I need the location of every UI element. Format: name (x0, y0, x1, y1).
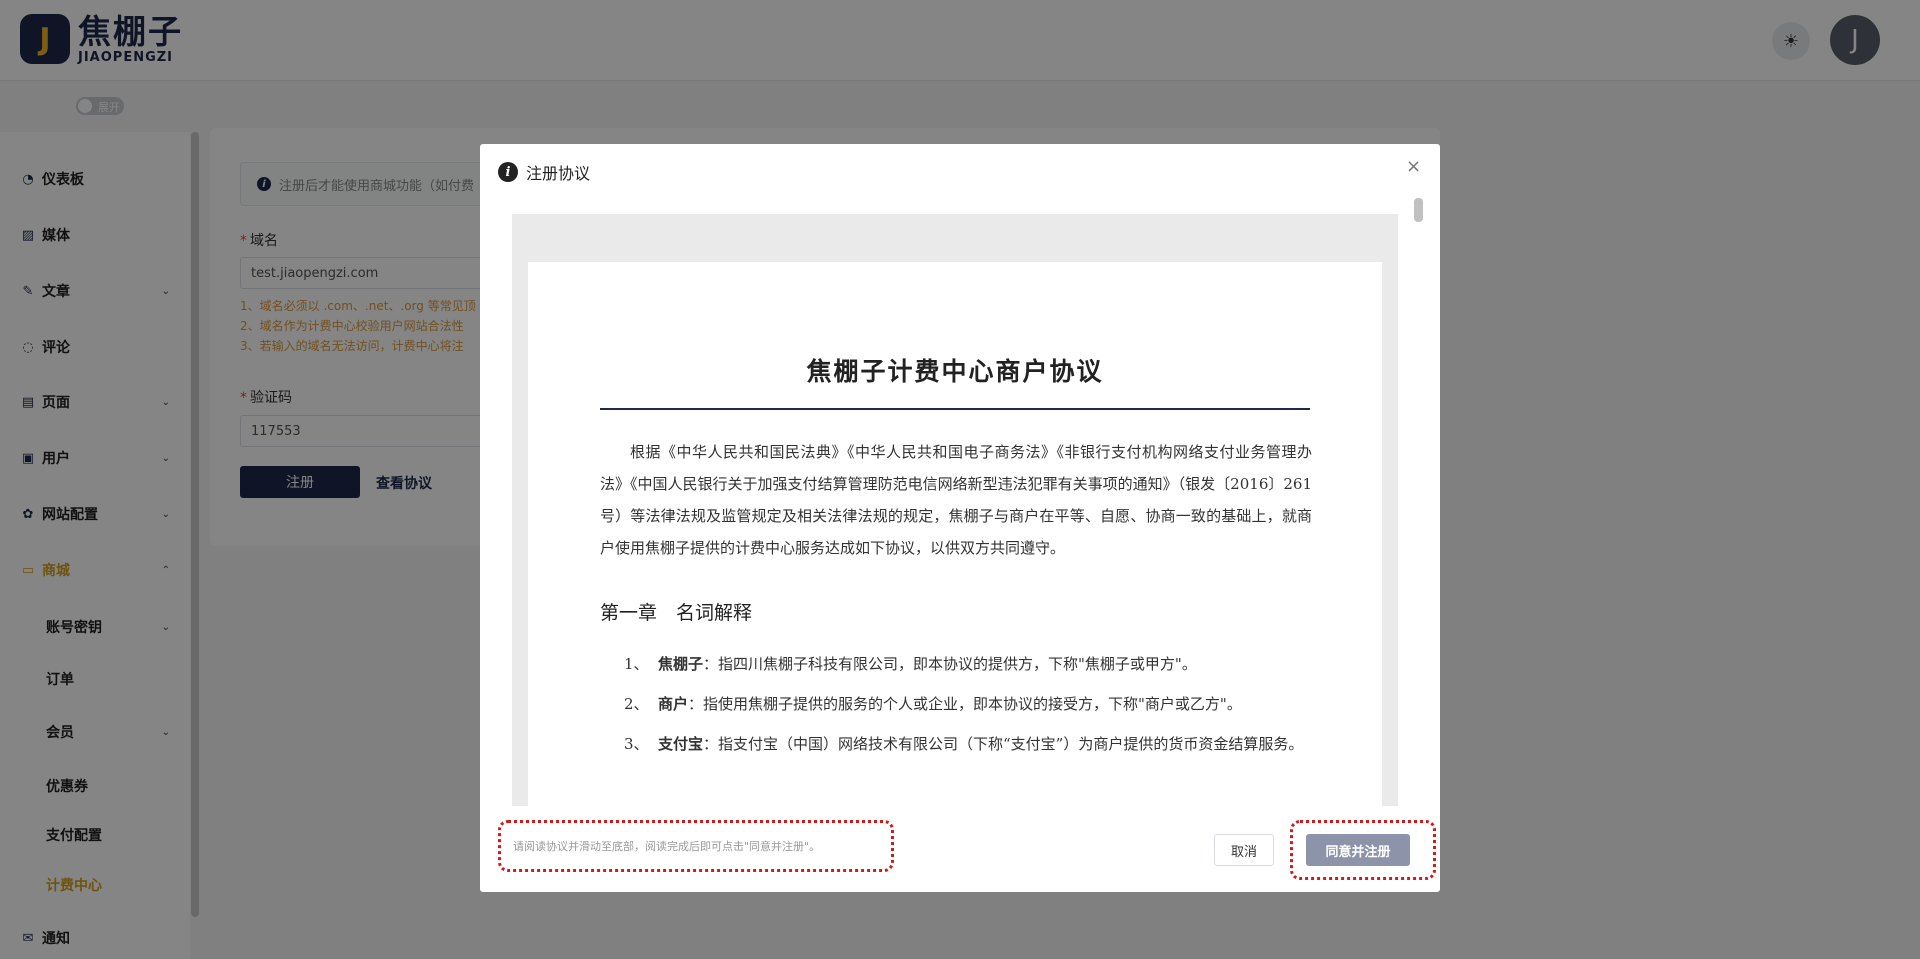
dialog-title: i 注册协议 (498, 160, 590, 184)
agreement-title: 焦棚子计费中心商户协议 (806, 357, 1104, 386)
item-term: 焦棚子 (658, 655, 704, 673)
close-icon[interactable]: × (1406, 156, 1421, 177)
item-content: 焦棚子：指四川焦棚子科技有限公司，即本协议的提供方，下称"焦棚子或甲方"。 (658, 648, 1197, 680)
cancel-button[interactable]: 取消 (1214, 834, 1274, 866)
item-number: 3、 (624, 735, 649, 753)
scroll-hint: 请阅读协议并滑动至底部，阅读完成后即可点击"同意并注册"。 (498, 820, 894, 872)
item-text: ：指使用焦棚子提供的服务的个人或企业，即本协议的接受方，下称"商户或乙方"。 (688, 695, 1242, 713)
agree-and-register-button[interactable]: 同意并注册 (1306, 834, 1410, 866)
dialog-title-text: 注册协议 (526, 164, 591, 183)
chapter-heading: 第一章 名词解释 (600, 602, 753, 624)
item-term: 商户 (658, 695, 689, 713)
definition-item: 3、 支付宝：指支付宝（中国）网络技术有限公司（下称“支付宝”）为商户提供的货币… (624, 728, 1312, 760)
title-divider (600, 408, 1310, 410)
item-content: 商户：指使用焦棚子提供的服务的个人或企业，即本协议的接受方，下称"商户或乙方"。 (658, 688, 1242, 720)
item-term: 支付宝 (658, 735, 704, 753)
agreement-document-viewer[interactable]: 焦棚子计费中心商户协议 根据《中华人民共和国民法典》《中华人民共和国电子商务法》… (512, 214, 1398, 806)
agreement-page: 焦棚子计费中心商户协议 根据《中华人民共和国民法典》《中华人民共和国电子商务法》… (528, 262, 1382, 806)
item-text: ：指四川焦棚子科技有限公司，即本协议的提供方，下称"焦棚子或甲方"。 (703, 655, 1197, 673)
item-content: 支付宝：指支付宝（中国）网络技术有限公司（下称“支付宝”）为商户提供的货币资金结… (658, 728, 1303, 760)
item-number: 2、 (624, 695, 649, 713)
agreement-dialog: i 注册协议 × 焦棚子计费中心商户协议 根据《中华人民共和国民法典》《中华人民… (480, 144, 1440, 892)
info-icon: i (498, 162, 518, 182)
definition-item: 2、 商户：指使用焦棚子提供的服务的个人或企业，即本协议的接受方，下称"商户或乙… (624, 688, 1312, 720)
definition-item: 1、 焦棚子：指四川焦棚子科技有限公司，即本协议的提供方，下称"焦棚子或甲方"。 (624, 648, 1312, 680)
agreement-intro: 根据《中华人民共和国民法典》《中华人民共和国电子商务法》《非银行支付机构网络支付… (600, 443, 1312, 557)
item-number: 1、 (624, 655, 649, 673)
dialog-scrollbar[interactable] (1414, 198, 1423, 222)
item-text: ：指支付宝（中国）网络技术有限公司（下称“支付宝”）为商户提供的货币资金结算服务… (703, 735, 1304, 753)
